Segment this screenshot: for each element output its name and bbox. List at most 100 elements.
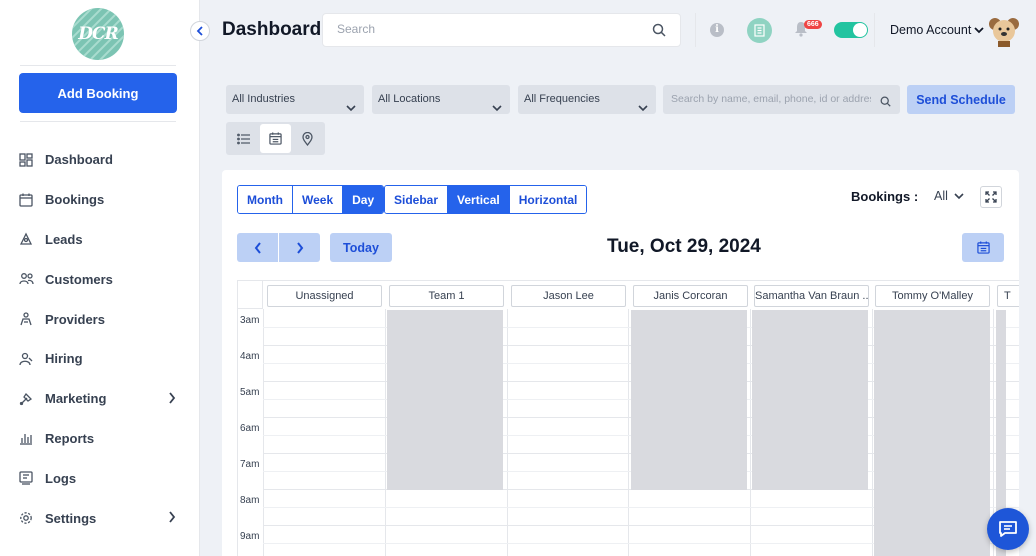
booking-search-input[interactable]: [671, 93, 871, 105]
column-divider: [507, 309, 508, 556]
search-icon[interactable]: [652, 23, 666, 42]
avatar[interactable]: [987, 14, 1021, 48]
range-tabs: Month Week Day: [237, 185, 385, 214]
bookings-filter-value: All: [934, 189, 948, 203]
map-view-button[interactable]: [292, 124, 323, 153]
search-icon[interactable]: [880, 94, 891, 112]
sidebar-item-marketing[interactable]: Marketing: [0, 379, 200, 419]
company-logo[interactable]: DCR: [72, 8, 124, 60]
logs-icon: [18, 470, 34, 486]
sidebar-item-bookings[interactable]: Bookings: [0, 180, 200, 220]
column-divider: [750, 309, 751, 556]
hour-label: 8am: [240, 495, 260, 506]
hour-label: 4am: [240, 351, 260, 362]
frequencies-select-value: All Frequencies: [524, 93, 600, 105]
chat-icon: [999, 521, 1017, 537]
sidebar-item-dashboard[interactable]: Dashboard: [0, 140, 200, 180]
chevron-right-icon: [168, 511, 176, 526]
notification-badge: 666: [804, 20, 822, 29]
send-schedule-button[interactable]: Send Schedule: [907, 85, 1015, 114]
account-name: Demo Account: [890, 23, 972, 37]
unavailable-block-samantha-van-braun[interactable]: [752, 310, 868, 490]
column-divider: [385, 309, 386, 556]
chevron-down-icon: [638, 95, 648, 124]
global-search: [322, 13, 681, 47]
grid-corner: [238, 281, 263, 309]
locations-select[interactable]: All Locations: [372, 85, 510, 114]
tab-sidebar[interactable]: Sidebar: [385, 186, 449, 213]
unavailable-block-janis-corcoran[interactable]: [631, 310, 747, 490]
tab-week[interactable]: Week: [292, 186, 344, 213]
info-icon[interactable]: i: [710, 23, 724, 37]
divider: [20, 65, 176, 66]
tab-month[interactable]: Month: [238, 186, 293, 213]
today-button[interactable]: Today: [330, 233, 392, 262]
sidebar-item-settings[interactable]: Settings: [0, 498, 200, 538]
frequencies-select[interactable]: All Frequencies: [518, 85, 656, 114]
toggle-knob: [853, 23, 867, 37]
column-header-samantha-van-braun: Samantha Van Braun ...: [754, 285, 869, 307]
sidebar-item-label: Logs: [45, 470, 77, 486]
reports-icon: [18, 430, 34, 446]
hiring-icon: [18, 351, 34, 367]
locations-select-value: All Locations: [378, 93, 441, 105]
sidebar-item-label: Providers: [45, 311, 105, 327]
chat-button[interactable]: [987, 508, 1029, 550]
layout-tabs: Sidebar Vertical Horizontal: [384, 185, 588, 214]
sidebar-item-customers[interactable]: Customers: [0, 259, 200, 299]
dashboard-icon: [18, 152, 34, 168]
sidebar-item-label: Customers: [45, 271, 113, 287]
sidebar-item-label: Leads: [45, 231, 83, 247]
status-toggle[interactable]: [834, 22, 868, 38]
chevron-down-icon: [346, 95, 356, 124]
chevron-left-icon: [196, 26, 203, 36]
tab-day[interactable]: Day: [343, 186, 384, 213]
expand-icon: [985, 191, 997, 203]
bookings-filter-label: Bookings :: [851, 189, 919, 204]
chevron-right-icon: [168, 392, 176, 407]
tab-horizontal[interactable]: Horizontal: [509, 186, 587, 213]
tab-vertical[interactable]: Vertical: [448, 186, 510, 213]
search-input[interactable]: [337, 22, 637, 36]
industries-select[interactable]: All Industries: [226, 85, 364, 114]
unavailable-block-tommy-omalley[interactable]: [874, 310, 990, 556]
add-booking-button[interactable]: Add Booking: [19, 73, 177, 113]
sidebar-item-providers[interactable]: Providers: [0, 299, 200, 339]
industries-select-value: All Industries: [232, 93, 295, 105]
column-divider: [872, 309, 873, 556]
sidebar-item-hiring[interactable]: Hiring: [0, 339, 200, 379]
sidebar-item-label: Hiring: [45, 351, 83, 367]
bookings-filter-select[interactable]: All: [934, 189, 964, 203]
calendar-icon: [269, 132, 282, 145]
sidebar-item-logs[interactable]: Logs: [0, 458, 200, 498]
column-header-team-1: Team 1: [389, 285, 504, 307]
fullscreen-button[interactable]: [980, 186, 1002, 208]
chevron-down-icon: [492, 95, 502, 124]
date-picker-button[interactable]: [962, 233, 1004, 262]
page-title: Dashboard: [222, 19, 322, 40]
sidebar-item-label: Settings: [45, 510, 97, 526]
list-icon: [236, 133, 250, 144]
sidebar-item-leads[interactable]: Leads: [0, 220, 200, 260]
account-menu[interactable]: Demo Account: [890, 23, 984, 37]
calendar-view-button[interactable]: [260, 124, 291, 153]
unavailable-block-team-1[interactable]: [387, 310, 503, 490]
customers-icon: [18, 271, 34, 287]
column-header-overflow: T: [997, 285, 1019, 307]
calendar-icon: [976, 241, 990, 254]
next-day-button[interactable]: [279, 233, 320, 262]
list-view-button[interactable]: [228, 124, 259, 153]
sidebar-item-reports[interactable]: Reports: [0, 419, 200, 459]
sidebar-item-label: Reports: [45, 430, 95, 446]
view-toggle: [226, 122, 325, 155]
column-header-jason-lee: Jason Lee: [511, 285, 626, 307]
building-icon[interactable]: [747, 18, 772, 43]
booking-search: [663, 85, 900, 114]
previous-day-button[interactable]: [237, 233, 278, 262]
collapse-sidebar-button[interactable]: [190, 21, 210, 41]
calendar-icon: [18, 192, 34, 208]
chevron-right-icon: [296, 241, 303, 254]
divider: [695, 13, 696, 47]
sidebar-item-label: Dashboard: [45, 152, 113, 168]
chevron-down-icon: [954, 189, 964, 203]
